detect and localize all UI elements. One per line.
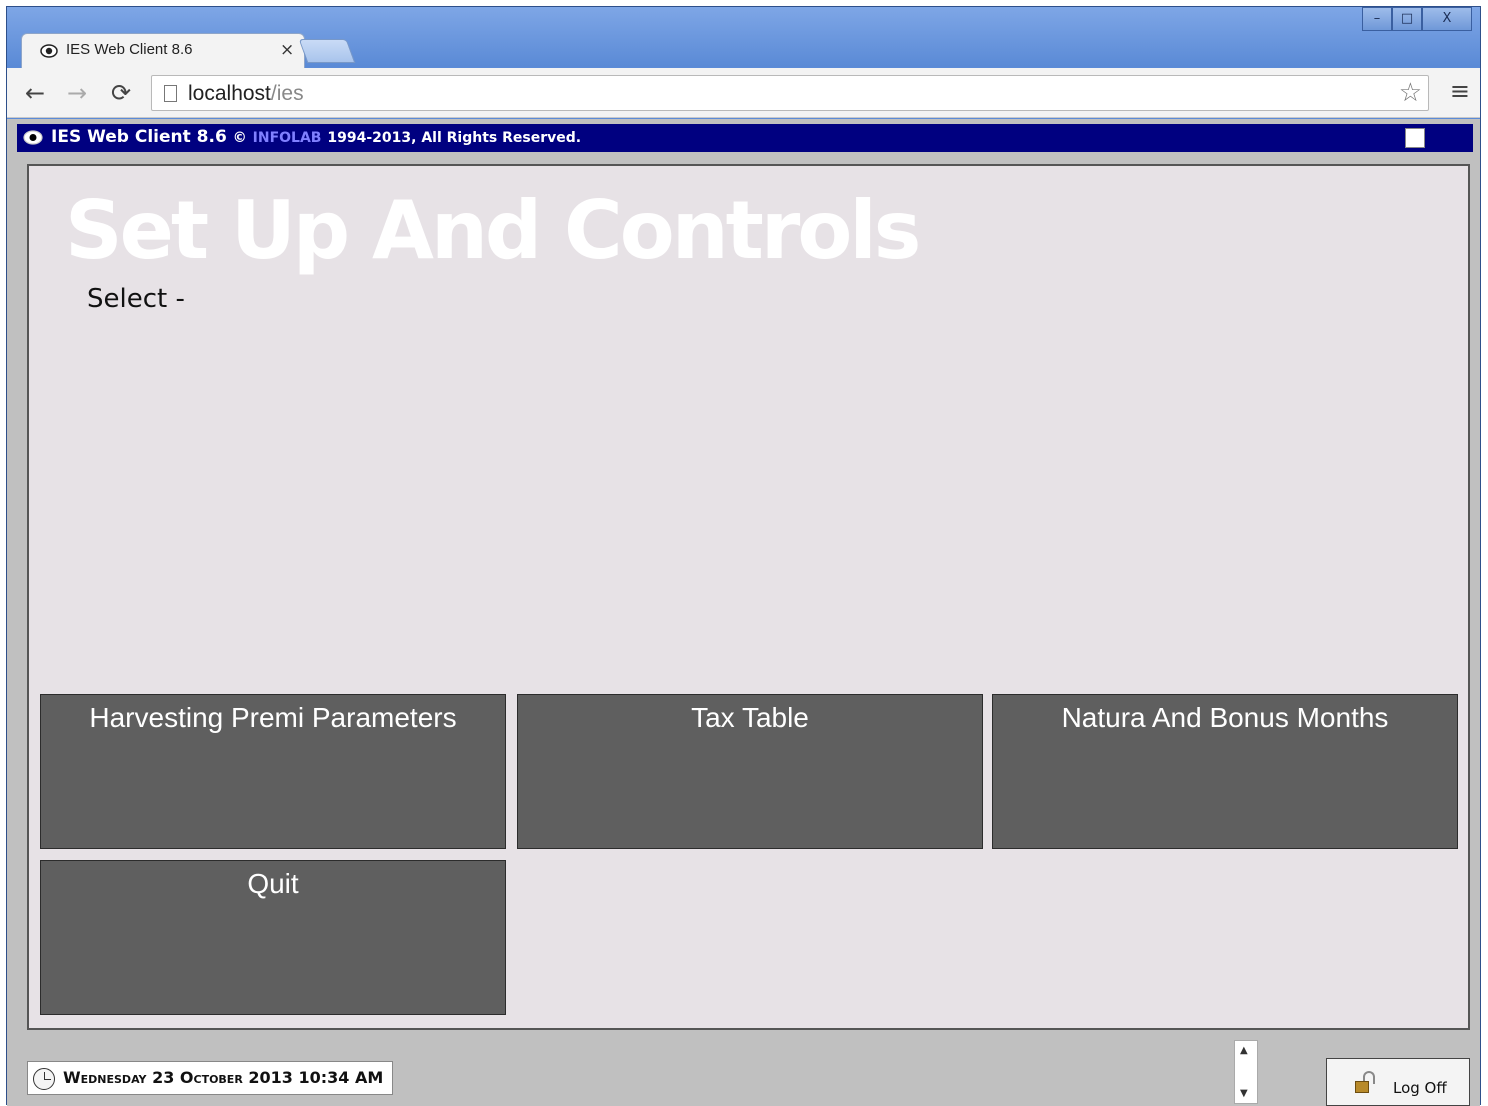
eye-icon: [40, 44, 58, 58]
back-arrow-icon[interactable]: ←: [25, 79, 45, 107]
natura-and-bonus-months-button[interactable]: Natura And Bonus Months: [992, 694, 1458, 849]
browser-tab[interactable]: IES Web Client 8.6 ×: [21, 33, 305, 69]
harvesting-premi-parameters-button[interactable]: Harvesting Premi Parameters: [40, 694, 506, 849]
tab-title: IES Web Client 8.6: [66, 41, 193, 58]
close-tab-icon[interactable]: ×: [280, 40, 294, 60]
reload-icon[interactable]: ⟳: [111, 79, 131, 107]
bookmark-star-icon[interactable]: ☆: [1399, 78, 1422, 108]
maximize-button[interactable]: □: [1392, 7, 1422, 31]
date-time-text: Wednesday 23 October 2013 10:34 AM: [63, 1068, 384, 1087]
new-tab-button[interactable]: [298, 39, 356, 63]
url-text: localhost/ies: [188, 82, 304, 106]
browser-toolbar: ← → ⟳ localhost/ies ☆ ≡: [7, 68, 1480, 118]
copyright-text: 1994-2013, All Rights Reserved.: [327, 130, 582, 146]
quit-button[interactable]: Quit: [40, 860, 506, 1015]
scroll-control[interactable]: ▲ ▼: [1234, 1040, 1258, 1104]
address-bar[interactable]: localhost/ies ☆: [151, 75, 1429, 111]
window-controls: – □ X: [1362, 7, 1472, 31]
forward-arrow-icon[interactable]: →: [67, 79, 87, 107]
close-window-button[interactable]: X: [1422, 7, 1472, 31]
browser-titlebar: IES Web Client 8.6 × – □ X: [7, 7, 1480, 69]
date-time-display: Wednesday 23 October 2013 10:34 AM: [27, 1061, 393, 1095]
app-title: IES Web Client 8.6: [51, 127, 227, 147]
main-panel: Set Up And Controls Select - Harvesting …: [27, 164, 1470, 1030]
page-icon: [164, 85, 177, 102]
clock-icon: [33, 1068, 55, 1090]
eye-icon: [23, 130, 43, 145]
minimize-button[interactable]: –: [1362, 7, 1392, 31]
log-off-button[interactable]: Log Off: [1326, 1058, 1470, 1106]
url-path: /ies: [270, 82, 304, 105]
company-name: INFOLAB: [252, 130, 322, 146]
app-title-text: IES Web Client 8.6 © INFOLAB 1994-2013, …: [51, 127, 581, 147]
page-edit-icon[interactable]: [1405, 128, 1425, 148]
tax-table-button[interactable]: Tax Table: [517, 694, 983, 849]
page-viewport: IES Web Client 8.6 © INFOLAB 1994-2013, …: [7, 119, 1480, 1106]
log-off-label: Log Off: [1393, 1079, 1447, 1097]
select-label: Select -: [87, 284, 185, 314]
hamburger-menu-icon[interactable]: ≡: [1450, 77, 1470, 105]
scroll-up-icon[interactable]: ▲: [1240, 1045, 1248, 1056]
padlock-icon: [1355, 1071, 1375, 1093]
scroll-down-icon[interactable]: ▼: [1240, 1088, 1248, 1099]
url-host: localhost: [188, 82, 271, 105]
page-title: Set Up And Controls: [65, 184, 921, 277]
browser-window: IES Web Client 8.6 × – □ X ← → ⟳ localho…: [6, 6, 1481, 1106]
app-title-bar: IES Web Client 8.6 © INFOLAB 1994-2013, …: [17, 124, 1473, 152]
copyright-symbol: ©: [232, 130, 247, 146]
